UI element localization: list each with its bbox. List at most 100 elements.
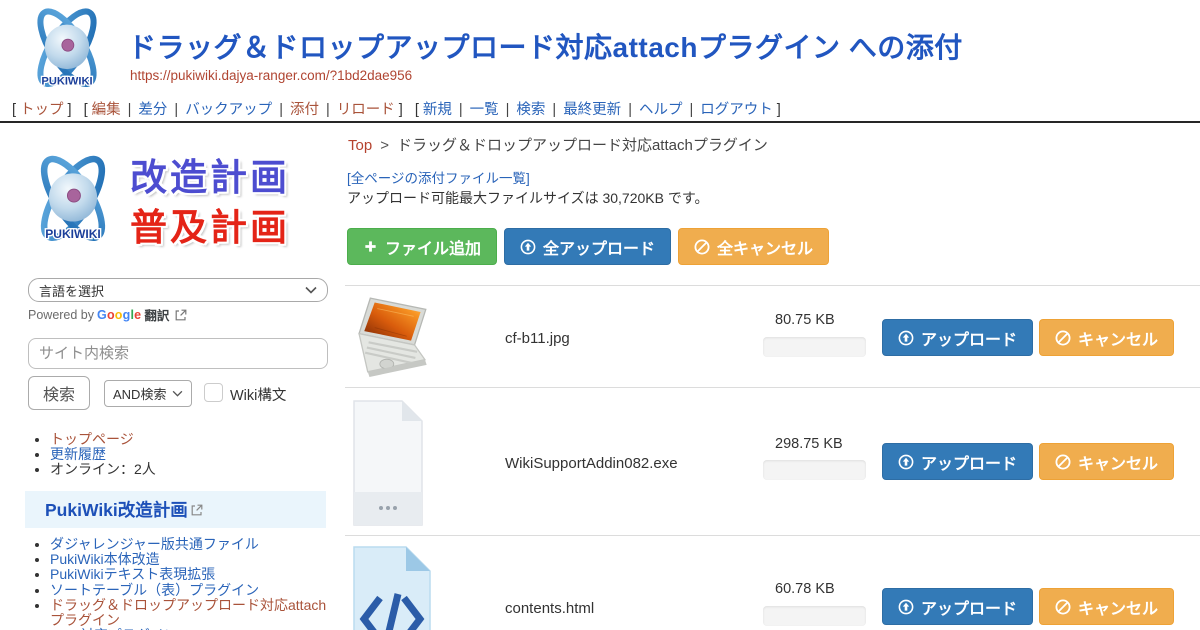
- upload-label: アップロード: [921, 450, 1017, 474]
- pukiwiki-attach-page: PUKIWIKI ドラッグ＆ドロップアップロード対応attachプラグイン への…: [0, 0, 1200, 630]
- search-mode-value: AND検索: [113, 384, 166, 403]
- ban-icon: [1055, 330, 1071, 346]
- cancel-button[interactable]: キャンセル: [1039, 443, 1174, 480]
- sidebar-banner[interactable]: PUKIWIKI 改造計画 普及計画: [22, 146, 334, 260]
- sidebar-item-core-mod[interactable]: PukiWiki本体改造: [50, 551, 160, 567]
- row-actions: アップロード キャンセル: [882, 588, 1174, 625]
- breadcrumb-current: ドラッグ＆ドロップアップロード対応attachプラグイン: [397, 137, 768, 154]
- upload-all-button[interactable]: 全アップロード: [504, 228, 671, 265]
- header-divider: [0, 121, 1200, 123]
- bracket: [: [84, 102, 88, 118]
- cancel-button[interactable]: キャンセル: [1039, 319, 1174, 356]
- nav-item-list[interactable]: 一覧: [470, 102, 499, 118]
- svg-text:PUKIWIKI: PUKIWIKI: [41, 75, 92, 87]
- sidebar-item-common-files[interactable]: ダジャレンジャー版共通ファイル: [50, 536, 259, 552]
- pukiwiki-atom-logo: PUKIWIKI: [22, 147, 124, 259]
- bracket: ]: [777, 102, 781, 118]
- list-item: ダジャレンジャー版共通ファイル: [50, 537, 332, 552]
- bracket: ]: [68, 102, 72, 118]
- progress-bar: [763, 460, 866, 480]
- file-size: 80.75 KB: [775, 312, 835, 328]
- laptop-photo-thumbnail: [353, 294, 431, 382]
- breadcrumb: Top>ドラッグ＆ドロップアップロード対応attachプラグイン: [348, 134, 768, 155]
- search-mode-select[interactable]: AND検索: [104, 380, 192, 407]
- progress-bar: [763, 337, 866, 357]
- html-code-file-icon: [353, 546, 431, 630]
- external-link-icon: [175, 309, 187, 321]
- nav-item-edit[interactable]: 編集: [92, 102, 121, 118]
- cancel-all-button[interactable]: 全キャンセル: [678, 228, 829, 265]
- sidebar-link-list-top: トップページ 更新履歴 オンライン：2人: [30, 432, 332, 478]
- section-title: PukiWiki改造計画: [45, 497, 188, 522]
- language-select-value: 言語を選択: [39, 281, 104, 300]
- page-title: ドラッグ＆ドロップアップロード対応attachプラグイン への添付: [128, 26, 963, 66]
- circle-arrow-up-icon: [898, 454, 914, 470]
- upload-label: アップロード: [921, 326, 1017, 350]
- upload-all-label: 全アップロード: [543, 235, 655, 259]
- list-item: ドラッグ＆ドロップアップロード対応attachプラグイン: [50, 598, 332, 628]
- pukiwiki-atom-logo[interactable]: PUKIWIKI: [14, 5, 120, 99]
- row-actions: アップロード キャンセル: [882, 319, 1174, 356]
- page-url: https://pukiwiki.dajya-ranger.com/?1bd2d…: [130, 68, 412, 83]
- separator: |: [128, 102, 132, 118]
- sidebar-item-toppage[interactable]: トップページ: [50, 431, 134, 447]
- nav-item-search[interactable]: 検索: [516, 102, 545, 118]
- nav-item-logout[interactable]: ログアウト: [700, 102, 773, 118]
- circle-arrow-up-icon: [520, 239, 536, 255]
- row-actions: アップロード キャンセル: [882, 443, 1174, 480]
- breadcrumb-top-link[interactable]: Top: [348, 137, 372, 154]
- wiki-syntax-label: Wiki構文: [230, 384, 286, 405]
- list-item: PukiWiki本体改造: [50, 552, 332, 567]
- nav-item-help[interactable]: ヘルプ: [639, 102, 683, 118]
- add-files-button[interactable]: ファイル追加: [347, 228, 497, 265]
- online-count: オンライン：2人: [50, 461, 156, 477]
- list-item: オンライン：2人: [50, 462, 332, 477]
- sidebar-item-text-ext[interactable]: PukiWikiテキスト表現拡張: [50, 566, 215, 582]
- list-item: ソートテーブル（表）プラグイン: [50, 583, 332, 598]
- file-size: 298.75 KB: [775, 436, 843, 452]
- file-row: cf-b11.jpg 80.75 KB アップロード キャンセル: [345, 285, 1200, 387]
- sidebar-item-dnd-attach[interactable]: ドラッグ＆ドロップアップロード対応attachプラグイン: [50, 597, 326, 628]
- cancel-label: キャンセル: [1078, 595, 1158, 619]
- file-row: contents.html 60.78 KB アップロード キャンセル: [345, 535, 1200, 630]
- file-name: contents.html: [505, 600, 594, 617]
- cancel-button[interactable]: キャンセル: [1039, 588, 1174, 625]
- all-attachments-link[interactable]: [全ページの添付ファイル一覧]: [347, 167, 530, 187]
- separator: |: [552, 102, 556, 118]
- bracket: ]: [399, 102, 403, 118]
- sidebar-link-list-bottom: ダジャレンジャー版共通ファイル PukiWiki本体改造 PukiWikiテキス…: [30, 537, 332, 630]
- bracket: [: [12, 102, 16, 118]
- upload-button[interactable]: アップロード: [882, 588, 1033, 625]
- sidebar-item-sort-table[interactable]: ソートテーブル（表）プラグイン: [50, 582, 259, 598]
- sidebar-item-history[interactable]: 更新履歴: [50, 446, 106, 462]
- sidebar-section-header[interactable]: PukiWiki改造計画: [25, 491, 326, 528]
- nav-item-attach[interactable]: 添付: [290, 102, 319, 118]
- nav-item-top[interactable]: トップ: [20, 102, 64, 118]
- ban-icon: [694, 239, 710, 255]
- nav-item-diff[interactable]: 差分: [138, 102, 167, 118]
- chevron-down-icon: [305, 286, 317, 294]
- list-item: 更新履歴: [50, 447, 332, 462]
- search-button[interactable]: 検索: [28, 376, 90, 410]
- svg-text:PUKIWIKI: PUKIWIKI: [45, 227, 101, 241]
- language-select[interactable]: 言語を選択: [28, 278, 328, 302]
- max-upload-size-text: アップロード可能最大ファイルサイズは 30,720KB です。: [347, 188, 708, 208]
- cancel-all-label: 全キャンセル: [717, 235, 813, 259]
- list-item: PukiWikiテキスト表現拡張: [50, 567, 332, 582]
- cancel-label: キャンセル: [1078, 326, 1158, 350]
- separator: |: [326, 102, 330, 118]
- file-row: WikiSupportAddin082.exe 298.75 KB アップロード…: [345, 387, 1200, 535]
- nav-item-new[interactable]: 新規: [423, 102, 452, 118]
- translate-link[interactable]: 翻訳: [144, 305, 169, 324]
- powered-by-text: Powered by: [28, 308, 94, 322]
- site-search-input[interactable]: [28, 338, 328, 369]
- nav-item-reload[interactable]: リロード: [337, 102, 395, 118]
- wiki-syntax-checkbox[interactable]: [204, 383, 223, 402]
- top-navigation: [トップ] [編集|差分|バックアップ|添付|リロード] [新規|一覧|検索|最…: [8, 98, 785, 119]
- nav-item-recent[interactable]: 最終更新: [563, 102, 621, 118]
- file-name: cf-b11.jpg: [505, 330, 570, 347]
- nav-item-backup[interactable]: バックアップ: [185, 102, 272, 118]
- separator: |: [689, 102, 693, 118]
- upload-button[interactable]: アップロード: [882, 443, 1033, 480]
- upload-button[interactable]: アップロード: [882, 319, 1033, 356]
